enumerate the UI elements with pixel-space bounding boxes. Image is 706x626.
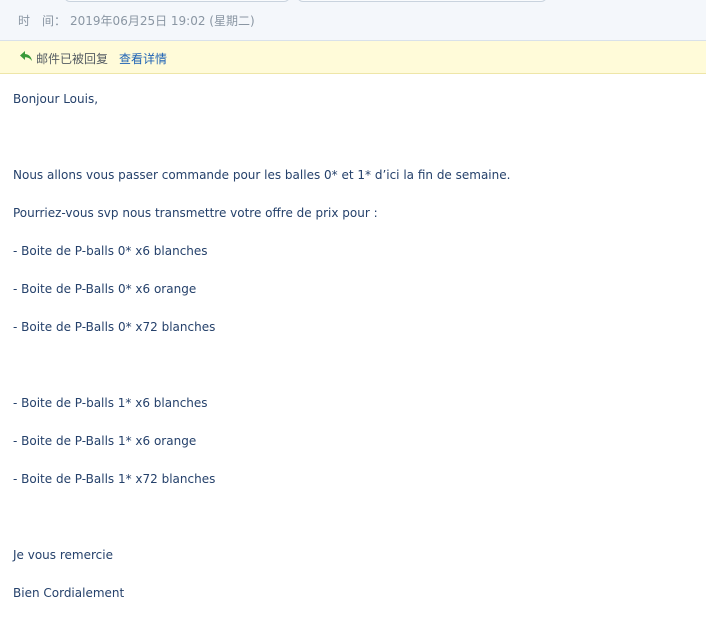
message-blank-line: [13, 129, 693, 167]
message-line: Nous allons vous passer commande pour le…: [13, 168, 511, 182]
email-header: 时 间： 2019年06月25日 19:02 (星期二): [0, 0, 706, 41]
message-line: - Boite de P-Balls 0* x72 blanches: [13, 320, 216, 334]
message-line: - Boite de P-balls 0* x6 blanches: [13, 244, 208, 258]
message-body: Bonjour Louis, Nous allons vous passer c…: [13, 91, 693, 623]
header-tab-left[interactable]: [64, 0, 290, 2]
sent-time-row: 时 间： 2019年06月25日 19:02 (星期二): [18, 12, 255, 29]
header-tab-right[interactable]: [297, 0, 547, 2]
sent-time-value: 2019年06月25日 19:02 (星期二): [70, 14, 255, 28]
message-line: Bonjour Louis,: [13, 92, 99, 106]
message-line: - Boite de P-balls 1* x6 blanches: [13, 396, 208, 410]
message-line: - Boite de P-Balls 1* x72 blanches: [13, 472, 216, 486]
replied-notice-bar: 邮件已被回复 查看详情: [0, 41, 706, 74]
email-reader: 时 间： 2019年06月25日 19:02 (星期二) 邮件已被回复 查看详情 …: [0, 0, 706, 626]
view-details-link[interactable]: 查看详情: [119, 50, 167, 67]
sent-time-label: 时 间：: [18, 14, 67, 28]
message-line: - Boite de P-Balls 1* x6 orange: [13, 434, 197, 448]
replied-notice-text: 邮件已被回复: [36, 52, 109, 66]
message-line: - Boite de P-Balls 0* x6 orange: [13, 282, 197, 296]
message-blank-line: [13, 509, 693, 547]
reply-arrow-icon: [20, 51, 32, 61]
message-blank-line: [13, 357, 693, 395]
message-line: Bien Cordialement: [13, 586, 125, 600]
message-line: Pourriez-vous svp nous transmettre votre…: [13, 206, 378, 220]
message-line: Je vous remercie: [13, 548, 113, 562]
